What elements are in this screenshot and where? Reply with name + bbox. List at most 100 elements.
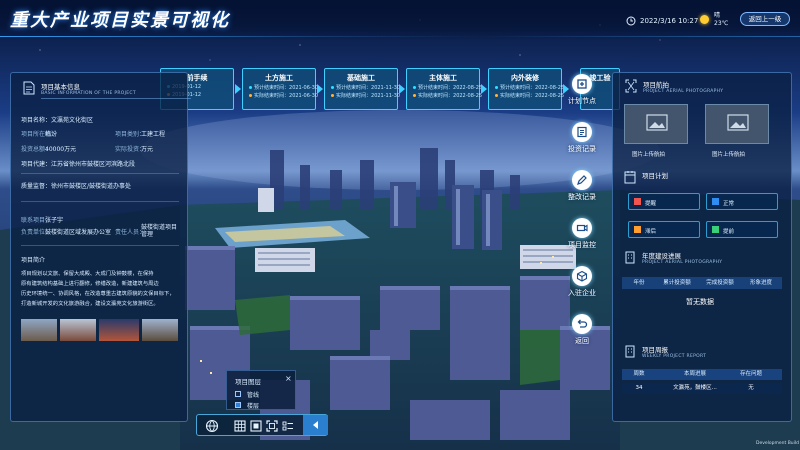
stage-card[interactable]: 内外装修 预计结束时间：2022-08-25 实际结束时间：2022-08-25 xyxy=(488,68,564,110)
aerial-photo-placeholder[interactable] xyxy=(624,104,688,144)
plan-status-label: 滞后 xyxy=(645,229,657,235)
collapse-button[interactable] xyxy=(303,415,328,435)
building-icon xyxy=(625,345,635,358)
layer-label: 楼层 xyxy=(247,403,260,410)
intro-line: 项目规划以文旅、保留大成殿、大成门及钟鼓楼，在保持 xyxy=(21,271,154,277)
project-photo[interactable] xyxy=(21,319,57,341)
stage-card[interactable]: 土方施工 预计结束时间：2021-06-30 实际结束时间：2021-06-30 xyxy=(242,68,318,110)
section-title: 项目航拍 xyxy=(643,81,669,89)
divider xyxy=(21,201,179,202)
back-button[interactable]: 返回上一级 xyxy=(740,12,790,26)
plan-node-icon xyxy=(572,74,592,94)
plan-status-label: 提前 xyxy=(723,229,735,235)
layer-panel: 项目图层 × 管线 楼层 xyxy=(226,370,296,410)
stage-card[interactable]: 主体施工 预计结束时间：2022-08-25 实际结束时间：2022-08-25 xyxy=(406,68,482,110)
list-icon[interactable] xyxy=(281,419,295,433)
calendar-icon xyxy=(624,171,636,184)
status-swatch xyxy=(634,226,641,233)
plan-status-lagging[interactable]: 滞后 xyxy=(628,221,700,238)
stage-planned-row: 预计结束时间：2022-08-25 xyxy=(413,84,482,91)
no-data-message: 暂无数据 xyxy=(686,298,714,306)
plan-status-label: 提醒 xyxy=(645,201,657,207)
stage-title: 内外装修 xyxy=(511,74,539,82)
actual-investment-value: 万元 xyxy=(141,146,154,153)
annual-tab-year[interactable]: 年份 xyxy=(624,277,654,289)
section-subtitle: PROJECT AERIAL PHOTOGRAPHY xyxy=(642,260,723,265)
menu-label: 项目监控 xyxy=(568,241,596,249)
intro-line: 原有建筑结构基础上进行翻修，修缮改造，新建建筑与周边 xyxy=(21,281,159,287)
section-title: 年度建设进展 xyxy=(642,252,681,260)
collapse-icon xyxy=(313,421,318,429)
project-photo[interactable] xyxy=(99,319,139,341)
menu-label: 整改记录 xyxy=(568,193,596,201)
sun-icon xyxy=(700,15,709,24)
menu-label: 投资记录 xyxy=(568,145,596,153)
investment-icon xyxy=(572,122,592,142)
stage-planned-row: 预计结束时间：2021-06-30 xyxy=(249,84,318,91)
menu-project-monitor[interactable]: 项目监控 xyxy=(562,218,602,258)
manager-value: 鼓楼街道项目管理 xyxy=(141,224,178,238)
image-placeholder-icon xyxy=(646,114,668,131)
stage-planned-row: 预计结束时间：2021-11-30 xyxy=(331,84,400,91)
return-icon xyxy=(572,314,592,334)
menu-rectify-record[interactable]: 整改记录 xyxy=(562,170,602,210)
stage-title: 土方施工 xyxy=(265,74,293,82)
project-photo[interactable] xyxy=(60,319,96,341)
layer-panel-title: 项目图层 xyxy=(235,378,261,386)
stage-planned-row: 预计结束时间：2022-08-25 xyxy=(495,84,564,91)
annual-tab-completed[interactable]: 完成投资额 xyxy=(700,277,740,289)
layer-checkbox[interactable] xyxy=(235,402,241,408)
intro-line: 历史环境统一、协调风格，在改造尊重古建筑原貌的文保目标下， xyxy=(21,291,175,297)
clock-icon xyxy=(626,16,636,26)
close-icon[interactable]: × xyxy=(285,374,292,383)
grid-icon[interactable] xyxy=(233,419,247,433)
section-divider xyxy=(41,98,191,99)
plan-status-remind[interactable]: 提醒 xyxy=(628,193,700,210)
temperature: 23℃ xyxy=(714,20,729,27)
building-icon xyxy=(625,251,635,264)
globe-icon[interactable] xyxy=(205,419,219,433)
rectify-icon xyxy=(572,170,592,190)
menu-label: 计划节点 xyxy=(568,97,596,105)
section-subtitle: PROJECT AERIAL PHOTOGRAPHY xyxy=(643,89,724,94)
supervision-unit: 质量监督：徐州市鼓楼区/鼓楼街道办事处 xyxy=(21,183,132,190)
weekly-cell: 文瀛苑，鼓楼区... xyxy=(673,385,717,391)
app-title: 重大产业项目实景可视化 xyxy=(10,10,230,31)
stage-title: 基础施工 xyxy=(347,74,375,82)
stage-actual-row: 实际结束时间：2022-08-25 xyxy=(413,92,482,99)
intro-line: 打造新城开发的文化旅游融合，建设文瀛苑文化旅游街区。 xyxy=(21,301,159,307)
timeline-arrow xyxy=(235,84,241,94)
menu-plan-node[interactable]: 计划节点 xyxy=(562,74,602,114)
plan-status-ahead[interactable]: 提前 xyxy=(706,221,778,238)
weekly-header-cell: 周数 xyxy=(633,371,645,377)
weekly-header-cell: 存在问题 xyxy=(739,371,762,377)
cube-icon xyxy=(572,266,592,286)
menu-return[interactable]: 返回 xyxy=(562,314,602,354)
layer-icon[interactable] xyxy=(249,419,263,433)
section-title: 项目周报 xyxy=(642,346,668,354)
status-swatch xyxy=(712,226,719,233)
status-swatch xyxy=(712,198,719,205)
layer-label: 管线 xyxy=(247,392,260,399)
header-divider xyxy=(0,36,800,37)
image-placeholder-icon xyxy=(727,114,749,131)
expand-icon xyxy=(625,79,637,93)
photo-caption: 图片上传航拍 xyxy=(632,152,666,158)
weather-display: 晴 23℃ xyxy=(714,12,728,28)
timeline-arrow xyxy=(399,84,405,94)
annual-tab-cumulative[interactable]: 累计投资额 xyxy=(656,277,698,289)
project-name: 项目名称：文瀛苑文化街区 xyxy=(21,117,94,124)
project-photo[interactable] xyxy=(142,319,178,341)
aerial-photo-placeholder[interactable] xyxy=(705,104,769,144)
weather-text: 晴 xyxy=(714,12,721,19)
frame-icon[interactable] xyxy=(265,419,279,433)
annual-tab-progress[interactable]: 形象进度 xyxy=(742,277,780,289)
layer-checkbox[interactable] xyxy=(235,391,241,397)
bottom-toolbar xyxy=(196,414,328,436)
section-title: 项目计划 xyxy=(642,172,668,180)
stage-actual-row: 实际结束时间：2021-11-30 xyxy=(331,92,400,99)
menu-settled-enterprise[interactable]: 入驻企业 xyxy=(562,266,602,306)
plan-status-normal[interactable]: 正常 xyxy=(706,193,778,210)
menu-investment-record[interactable]: 投资记录 xyxy=(562,122,602,162)
stage-card[interactable]: 基础施工 预计结束时间：2021-11-30 实际结束时间：2021-11-30 xyxy=(324,68,400,110)
